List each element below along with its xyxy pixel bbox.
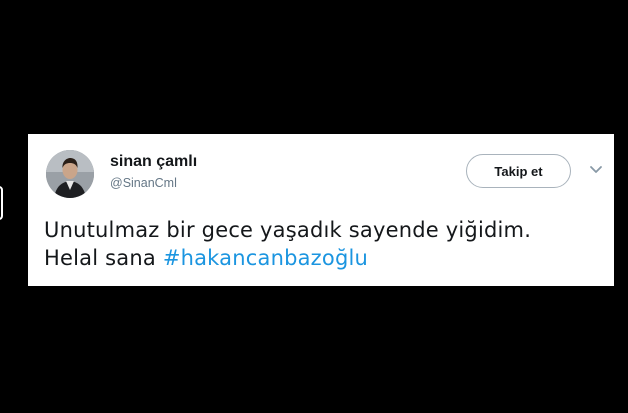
- follow-button[interactable]: Takip et: [466, 154, 571, 188]
- hashtag-link[interactable]: #hakancanbazoğlu: [163, 246, 368, 270]
- tweet-text: Unutulmaz bir gece yaşadık sayende yiğid…: [44, 216, 604, 272]
- display-name[interactable]: sinan çamlı: [110, 153, 197, 171]
- chevron-down-icon[interactable]: [589, 165, 603, 175]
- edge-fragment: [0, 186, 3, 220]
- tweet-text-line-2: Helal sana #hakancanbazoğlu: [44, 244, 604, 272]
- screenshot-stage: sinan çamlı @SinanCml Takip et Unutulmaz…: [0, 0, 628, 413]
- user-handle[interactable]: @SinanCml: [110, 176, 177, 190]
- tweet-text-line-1: Unutulmaz bir gece yaşadık sayende yiğid…: [44, 218, 532, 242]
- follow-button-label: Takip et: [494, 163, 543, 179]
- avatar-image: [46, 150, 94, 198]
- tweet-text-prefix: Helal sana: [44, 246, 156, 270]
- avatar[interactable]: [46, 150, 94, 198]
- tweet-card: sinan çamlı @SinanCml Takip et Unutulmaz…: [28, 134, 614, 286]
